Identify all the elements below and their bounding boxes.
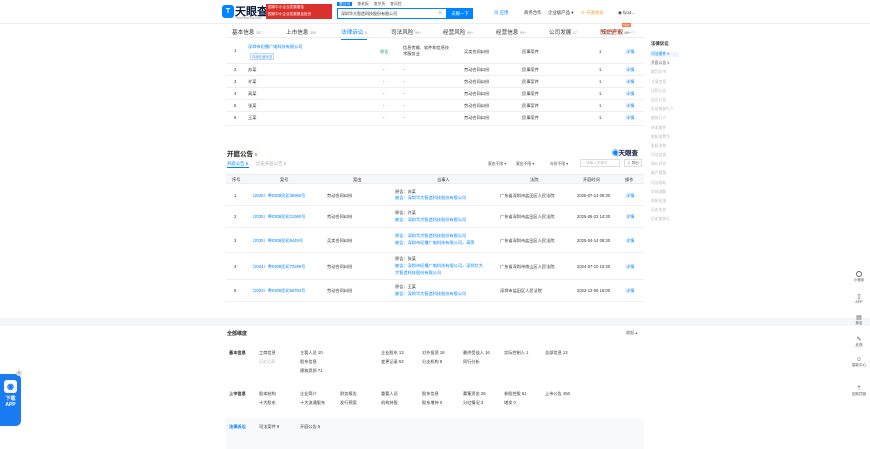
table-row: 1 深圳市纪播广电科技有限公司 存续在营状态 原告 信息传输、软件和信息技术服务… (226, 40, 644, 64)
smart-center-button[interactable]: ☺ 智能中心 (848, 357, 870, 368)
tab-judicial-risk[interactable]: 司法风险 99+ (391, 28, 421, 36)
search-tab[interactable]: 查关系 (374, 2, 385, 6)
table-row: 3 许某 - - 劳动合同纠纷 民事案件 1 详情 (226, 76, 644, 88)
search-tab[interactable]: 查风险 (390, 2, 401, 6)
detail-link[interactable]: 详情 (626, 115, 634, 121)
right-menu-title: 法律诉讼 (651, 41, 669, 46)
case-link[interactable]: （2025）粤0308民初21960号 (250, 214, 305, 220)
detail-link[interactable]: 详情 (626, 103, 634, 109)
section-divider (0, 318, 870, 326)
case-link[interactable]: （2024）粤0308民初73289号 (250, 264, 305, 270)
table-row: 2 （2025）粤0308民初21960号 劳动合同纠纷 原告：许某 被告：深圳… (226, 206, 644, 228)
case-link[interactable]: （2025）粤0308民初9449号 (250, 238, 303, 244)
tab-listing-info[interactable]: 上市信息 350 (286, 28, 316, 36)
search-type-tabs: 查公司 查老板 查关系 查风险 (337, 2, 407, 7)
tab-basic-info[interactable]: 基本信息 207 (232, 28, 262, 36)
collapse-button[interactable]: 收起 ▴ (626, 330, 638, 336)
detail-link[interactable]: 详情 (626, 49, 634, 55)
signup-button[interactable]: ▤ 报名 (848, 314, 870, 326)
table-row: 5 张某 - - 劳动合同纠纷 民事案件 1 详情 (226, 100, 644, 112)
back-to-top-button[interactable]: ⇡ 回到顶部 (848, 385, 870, 397)
feedback-icon: ✎ (856, 337, 862, 343)
dims-link[interactable]: 司法案件 9 (259, 424, 279, 430)
case-link[interactable]: （2023）粤0308民初55784号 (250, 288, 305, 294)
table-header: 序号 案号 案由 当事人 法院 开庭时间 操作 (226, 174, 644, 184)
detail-link[interactable]: 详情 (626, 238, 634, 244)
detail-link[interactable]: 详情 (626, 288, 634, 294)
tab-operation-info[interactable]: 经营信息 99+ (496, 28, 526, 36)
status-badge: 存续在营状态 (250, 53, 275, 60)
filter-dropdown[interactable]: 案由不限 ▾ (488, 161, 506, 167)
nav-enterprise[interactable]: 企业级产品 ▾ (548, 10, 573, 16)
close-icon[interactable]: × (16, 370, 22, 376)
promo-banner[interactable]: 国家中小企业发展基金 国家中小企业发展基金投资 (266, 4, 332, 19)
logo-icon[interactable]: T (222, 5, 234, 18)
detail-link[interactable]: 详情 (626, 264, 634, 270)
nav-business[interactable]: 商务合作 (524, 10, 542, 16)
feedback-button[interactable]: ✎ 反馈 (848, 336, 870, 348)
table-row: 3 （2025）粤0308民初9449号 买卖合同纠纷 原告：深圳华大智造科技股… (226, 228, 644, 253)
table-row: 1 （2025）粤0308民初36960号 劳动合同纠纷 原告：苏某 被告：深圳… (226, 185, 644, 206)
right-menu: 司法案件 9 开庭公告 5 裁判文书 立案信息 法院公告 送达公告 失信被执行人… (651, 52, 679, 227)
form-icon: ▤ (856, 315, 862, 321)
table-row: 6 王某 - - 劳动合同纠纷 民事案件 1 详情 (226, 112, 644, 126)
search-input[interactable]: 深圳华大智造科技股份有限公司 (337, 8, 447, 19)
export-button[interactable]: ⇩ 导出 (624, 159, 642, 167)
detail-link[interactable]: 详情 (626, 67, 634, 73)
dims-title: 全部维度 (227, 331, 248, 337)
detail-link[interactable]: 详情 (626, 91, 634, 97)
table-row: 4 高某 - - 劳动合同纠纷 民事案件 1 详情 (226, 88, 644, 100)
brand-logo: ◉天眼查 (612, 150, 638, 157)
dims-group-label: 上市信息 (229, 391, 246, 396)
logo-subtitle: TianYanCha.com (235, 16, 262, 20)
new-badge: NEW (622, 23, 631, 27)
nav-apps[interactable]: ▦ 应用 (494, 10, 508, 16)
download-app-float[interactable]: ◉ 下载APP (0, 374, 21, 426)
detail-link[interactable]: 详情 (626, 79, 634, 85)
filter-dropdown[interactable]: 案由不限 ▾ (516, 161, 534, 167)
table-row: 5 （2023）粤0308民初55784号 劳动合同纠纷 原告：王某 被告：深圳… (226, 280, 644, 302)
app-button[interactable]: ▯ APP (848, 293, 870, 304)
search-tab[interactable]: 查公司 (337, 2, 353, 6)
miniprogram-icon (856, 271, 862, 277)
search-tab[interactable]: 查老板 (357, 2, 368, 6)
tab-operation-risk[interactable]: 经营风险 99+ (443, 28, 473, 36)
subtab-underline (227, 167, 249, 168)
table-row: 4 （2024）粤0308民初73289号 劳动合同纠纷 原告：张某 被告：深圳… (226, 253, 644, 280)
subtab-history[interactable]: 历史开庭公告 5 (256, 161, 286, 167)
case-link[interactable]: （2025）粤0308民初36960号 (250, 193, 305, 199)
dims-group-label: 基本信息 (229, 350, 246, 355)
notice-search-input[interactable]: ⌕ 请输入关键字 (580, 159, 620, 167)
detail-link[interactable]: 详情 (626, 193, 634, 199)
table-row: 2 苏某 - - 劳动合同纠纷 民事案件 1 详情 (226, 64, 644, 76)
module-tabs: 基本信息 207 上市信息 350 法律诉讼 9 司法风险 99+ 经营风险 9… (226, 26, 644, 40)
party-link[interactable]: 深圳市纪播广电科技有限公司 (248, 44, 302, 50)
search-button[interactable]: 天眼一下 (447, 8, 473, 19)
dims-link[interactable]: 开庭公告 5 (300, 424, 320, 430)
clear-icon[interactable]: ⊗ (438, 10, 442, 16)
nav-vip[interactable]: ♔ 开通会员 (581, 10, 604, 16)
phone-icon: ▯ (857, 294, 861, 300)
tab-legal[interactable]: 法律诉讼 9 (341, 28, 367, 40)
tab-development[interactable]: 公司发展 47 (549, 28, 577, 36)
tab-history[interactable]: 历史信息 99+ ⓘ (600, 28, 636, 36)
section-title: 开庭公告 5 (227, 151, 258, 158)
filter-dropdown[interactable]: 年份不限 ▾ (550, 161, 568, 167)
detail-link[interactable]: 详情 (626, 214, 634, 220)
nav-user[interactable]: ◉ fyo4... (618, 10, 635, 16)
miniprogram-button[interactable]: 小程序 (848, 271, 870, 283)
dims-group-label: 法律诉讼 (229, 424, 246, 429)
arrow-up-icon: ⇡ (856, 386, 862, 392)
dims-active-group (226, 418, 644, 449)
app-logo-icon: ◉ (4, 380, 17, 393)
